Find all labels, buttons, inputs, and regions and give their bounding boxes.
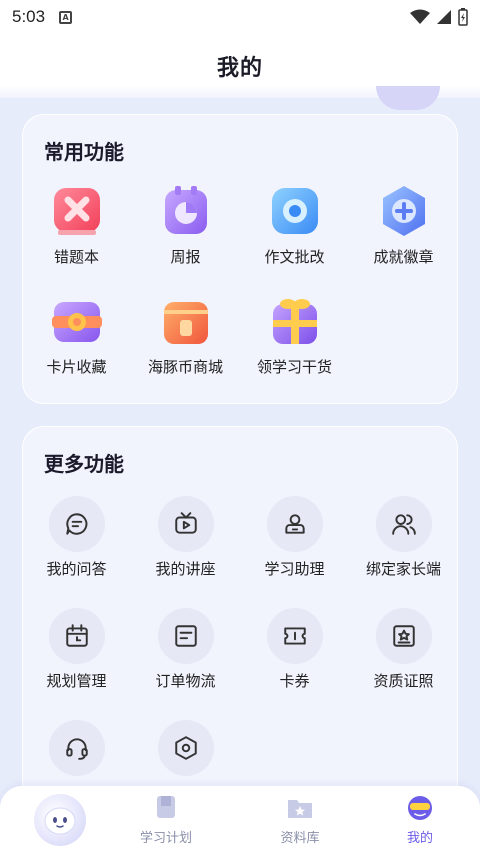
bind-parent-item[interactable]: 绑定家长端 (349, 496, 458, 579)
settings-item[interactable] (131, 720, 240, 782)
certificates-label: 资质证照 (373, 672, 434, 690)
dolphin-coin-shop-label: 海豚币商城 (147, 358, 223, 376)
card-collection-item[interactable]: 卡片收藏 (22, 292, 131, 377)
battery-icon (458, 8, 468, 26)
more-features-title: 更多功能 (44, 452, 124, 476)
headset-icon (48, 720, 105, 776)
star-folder-icon (285, 794, 315, 822)
weekly-report-label: 周报 (170, 248, 201, 266)
essay-correction-icon (266, 182, 324, 240)
card-collection-label: 卡片收藏 (46, 358, 107, 376)
essay-correction-item[interactable]: 作文批改 (240, 182, 349, 267)
order-logistics-item[interactable]: 订单物流 (131, 608, 240, 691)
status-indicators (410, 8, 468, 26)
calendar-icon (48, 608, 105, 664)
tab-study-plan[interactable]: 学习计划 (126, 794, 206, 846)
plan-management-label: 规划管理 (46, 672, 107, 690)
signal-icon (437, 10, 451, 24)
customer-service-item[interactable] (22, 720, 131, 782)
tab-profile[interactable]: 我的 (380, 794, 460, 846)
settings-icon (157, 720, 214, 776)
wrong-questions-label: 错题本 (53, 248, 99, 266)
wrong-questions-item[interactable]: 错题本 (22, 182, 131, 267)
bind-parent-label: 绑定家长端 (365, 560, 441, 578)
tab-study-plan-label: 学习计划 (139, 831, 192, 846)
page-title: 我的 (216, 56, 263, 81)
status-time: 5:03 (12, 7, 46, 26)
achievement-badge-item[interactable]: 成就徽章 (349, 182, 458, 267)
common-features-title: 常用功能 (44, 140, 124, 164)
achievement-badge-label: 成就徽章 (373, 248, 434, 266)
weekly-report-item[interactable]: 周报 (131, 182, 240, 267)
weekly-report-icon (157, 182, 215, 240)
tv-icon (157, 496, 214, 552)
wrong-questions-icon (48, 182, 106, 240)
tab-library-label: 资料库 (280, 831, 320, 846)
tab-library[interactable]: 资料库 (260, 794, 340, 846)
order-logistics-label: 订单物流 (155, 672, 216, 690)
card-collection-icon (48, 292, 106, 350)
my-lectures-label: 我的讲座 (155, 560, 216, 578)
plan-management-item[interactable]: 规划管理 (22, 608, 131, 691)
dolphin-coin-shop-icon (157, 292, 215, 350)
coupon-label: 卡券 (279, 672, 310, 690)
ticket-icon (266, 608, 323, 664)
mascot-icon (44, 807, 76, 835)
dolphin-coin-shop-item[interactable]: 海豚币商城 (131, 292, 240, 377)
mascot-button[interactable] (34, 794, 86, 846)
essay-correction-label: 作文批改 (264, 248, 325, 266)
my-lectures-item[interactable]: 我的讲座 (131, 496, 240, 579)
gift-item[interactable]: 领学习干货 (240, 292, 349, 377)
certificate-icon (375, 608, 432, 664)
common-features-card: 常用功能 错题本 周报 作文批改 成就徽章 卡片收藏 海豚币商城 领学习干货 (22, 114, 458, 404)
gift-label: 领学习干货 (256, 358, 332, 376)
coupon-item[interactable]: 卡券 (240, 608, 349, 691)
my-qa-label: 我的问答 (46, 560, 107, 578)
chat-icon (48, 496, 105, 552)
gift-icon (266, 292, 324, 350)
study-assistant-label: 学习助理 (264, 560, 325, 578)
my-qa-item[interactable]: 我的问答 (22, 496, 131, 579)
users-icon (375, 496, 432, 552)
achievement-badge-icon (375, 182, 433, 240)
study-assistant-item[interactable]: 学习助理 (240, 496, 349, 579)
order-icon (157, 608, 214, 664)
bottom-tab-bar: 学习计划 资料库 我的 (0, 786, 480, 853)
profile-icon (405, 794, 435, 822)
certificates-item[interactable]: 资质证照 (349, 608, 458, 691)
more-features-card: 更多功能 我的问答 我的讲座 学习助理 绑定家长端 规划管理 订单物流 卡券 资… (22, 426, 458, 826)
assistant-icon (266, 496, 323, 552)
wifi-icon (410, 9, 430, 24)
book-icon (151, 794, 181, 822)
tab-profile-label: 我的 (406, 831, 433, 846)
a-icon: A (59, 10, 73, 24)
avatar-decoration (376, 86, 440, 110)
status-bar: 5:03 A (0, 0, 480, 34)
